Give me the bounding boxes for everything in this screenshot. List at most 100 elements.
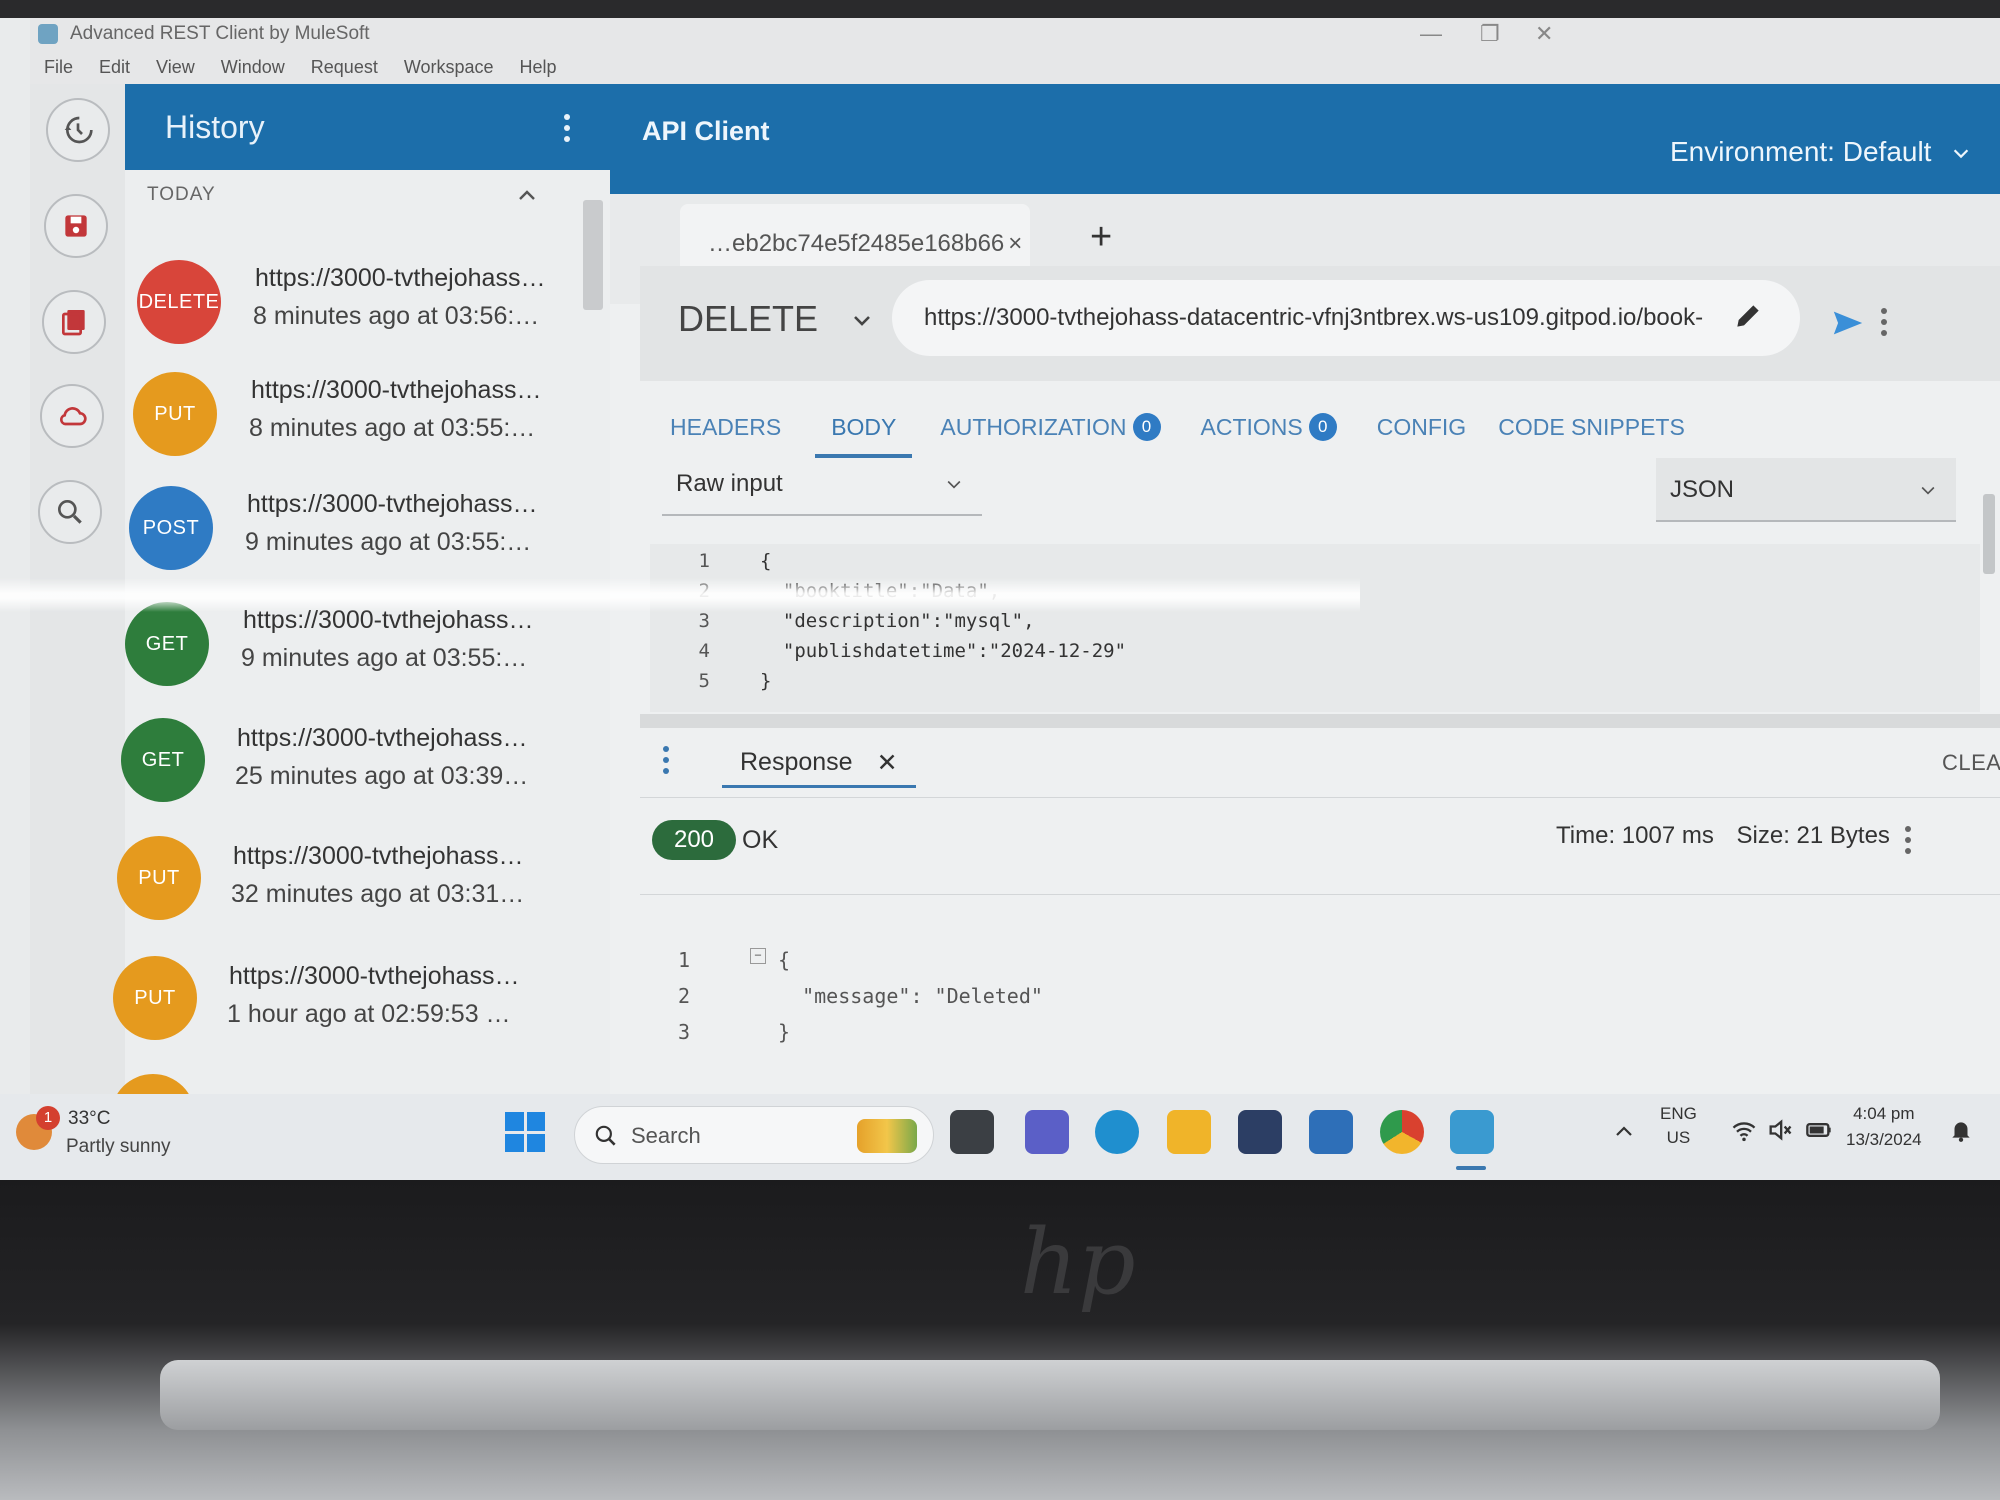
code-line: { bbox=[760, 550, 772, 572]
speaker-muted-icon[interactable] bbox=[1766, 1116, 1794, 1144]
method-selector[interactable]: DELETE bbox=[678, 298, 818, 340]
url-input[interactable]: https://3000-tvthejohass-datacentric-vfn… bbox=[892, 280, 1800, 356]
app-logo-icon bbox=[38, 24, 58, 44]
close-window-icon[interactable]: ✕ bbox=[1535, 18, 1553, 50]
collapse-chevron-icon[interactable] bbox=[515, 184, 539, 208]
navigation-rail bbox=[30, 84, 125, 1094]
tab-body[interactable]: BODY bbox=[815, 402, 913, 458]
chevron-up-icon[interactable] bbox=[1612, 1120, 1636, 1144]
status-text: OK bbox=[742, 826, 779, 854]
clock[interactable]: 4:04 pm 13/3/2024 bbox=[1846, 1104, 1922, 1150]
history-item-time: 8 minutes ago at 03:56:… bbox=[253, 302, 540, 330]
api-client-header: API Client Environment: Default bbox=[610, 84, 2000, 194]
chevron-down-icon[interactable] bbox=[850, 308, 874, 332]
menu-window[interactable]: Window bbox=[221, 57, 285, 78]
chevron-down-icon[interactable] bbox=[1950, 142, 1972, 164]
screen-bezel bbox=[0, 0, 2000, 18]
scrollbar-thumb[interactable] bbox=[1983, 494, 1995, 574]
response-tab[interactable]: Response ✕ bbox=[722, 740, 916, 788]
search-icon[interactable] bbox=[38, 480, 102, 544]
tab-code-snippets[interactable]: CODE SNIPPETS bbox=[1482, 402, 1701, 452]
taskbar-search[interactable]: Search bbox=[574, 1106, 934, 1164]
method-badge: DELETE bbox=[137, 260, 221, 344]
authorization-count-badge: 0 bbox=[1132, 413, 1161, 441]
close-tab-icon[interactable]: × bbox=[1008, 230, 1022, 258]
wifi-icon[interactable] bbox=[1730, 1116, 1758, 1144]
history-icon[interactable] bbox=[46, 98, 110, 162]
panel-resize-handle[interactable] bbox=[640, 714, 2000, 728]
tab-actions[interactable]: ACTIONS 0 bbox=[1185, 402, 1353, 452]
microsoft-store-icon[interactable] bbox=[1238, 1110, 1282, 1154]
method-badge: PUT bbox=[133, 372, 217, 456]
teams-icon[interactable] bbox=[1025, 1110, 1069, 1154]
history-item-url: https://3000-tvthejohass… bbox=[233, 842, 524, 870]
request-menu-icon[interactable] bbox=[1880, 308, 1888, 336]
advanced-rest-client-icon[interactable] bbox=[1450, 1110, 1494, 1154]
history-item[interactable]: DELETE https://3000-tvthejohass… 8 minut… bbox=[125, 252, 595, 352]
add-tab-button[interactable]: + bbox=[1090, 216, 1112, 259]
history-item[interactable]: PUT https://3000-tvthejohass… 32 minutes… bbox=[117, 826, 595, 926]
history-item[interactable]: POST https://3000-tvthejohass… 9 minutes… bbox=[125, 476, 595, 576]
method-badge: GET bbox=[125, 602, 209, 686]
chevron-down-icon bbox=[1921, 486, 1935, 495]
edit-url-icon[interactable] bbox=[1732, 300, 1764, 332]
task-view-icon[interactable] bbox=[950, 1110, 994, 1154]
code-line: "message": "Deleted" bbox=[778, 984, 1043, 1008]
tab-config[interactable]: CONFIG bbox=[1361, 402, 1482, 452]
history-scrollbar[interactable] bbox=[583, 200, 603, 310]
history-item[interactable]: GET https://3000-tvthejohass… 9 minutes … bbox=[125, 592, 595, 692]
code-line: } bbox=[778, 1020, 791, 1044]
code-line: "publishdatetime":"2024-12-29" bbox=[760, 640, 1127, 662]
menu-request[interactable]: Request bbox=[311, 57, 378, 78]
menu-edit[interactable]: Edit bbox=[99, 57, 130, 78]
hp-logo: hp bbox=[1020, 1210, 1136, 1315]
chrome-icon[interactable] bbox=[1380, 1110, 1424, 1154]
window-titlebar: Advanced REST Client by MuleSoft — ❐ ✕ bbox=[30, 18, 2000, 50]
tab-headers[interactable]: HEADERS bbox=[654, 402, 797, 452]
method-badge: GET bbox=[121, 718, 205, 802]
saved-requests-icon[interactable] bbox=[42, 290, 106, 354]
editor-scrollbar[interactable] bbox=[1980, 474, 1998, 694]
language-top: ENG bbox=[1660, 1104, 1697, 1123]
tab-authorization[interactable]: AUTHORIZATION 0 bbox=[924, 402, 1176, 452]
content-type-select[interactable]: JSON bbox=[1656, 458, 1956, 522]
history-item[interactable]: PUT https://3000-tvthejohass… 8 minutes … bbox=[125, 364, 595, 464]
notification-bell-icon[interactable] bbox=[1948, 1116, 1974, 1144]
environment-selector[interactable]: Environment: Default bbox=[1670, 136, 1931, 168]
clear-button[interactable]: CLEAR bbox=[1942, 750, 2000, 776]
send-request-icon[interactable] bbox=[1830, 306, 1866, 340]
code-line: } bbox=[760, 670, 772, 692]
edge-icon[interactable] bbox=[1095, 1110, 1139, 1154]
body-type-select[interactable]: Raw input bbox=[662, 454, 982, 516]
history-item[interactable]: PUT https://3000-tvthejohass… 1 hour ago… bbox=[113, 946, 595, 1046]
menu-help[interactable]: Help bbox=[520, 57, 557, 78]
restore-icon[interactable]: ❐ bbox=[1480, 18, 1500, 50]
request-subtabs: HEADERS BODY AUTHORIZATION 0 ACTIONS 0 C… bbox=[654, 402, 1701, 458]
windows-start-icon[interactable] bbox=[505, 1112, 545, 1152]
url-input-value: https://3000-tvthejohass-datacentric-vfn… bbox=[924, 304, 1704, 331]
response-menu-icon[interactable] bbox=[662, 746, 670, 774]
language-indicator[interactable]: ENG US bbox=[1660, 1104, 1697, 1148]
minimize-icon[interactable]: — bbox=[1420, 18, 1442, 50]
clock-date: 13/3/2024 bbox=[1846, 1130, 1922, 1149]
menu-file[interactable]: File bbox=[44, 57, 73, 78]
window-title: Advanced REST Client by MuleSoft bbox=[70, 23, 370, 44]
menu-view[interactable]: View bbox=[156, 57, 195, 78]
save-icon[interactable] bbox=[44, 194, 108, 258]
cloud-icon[interactable] bbox=[40, 384, 104, 448]
body-editor[interactable]: 1 { 2 "booktitle":"Data", 3 "description… bbox=[650, 544, 1980, 712]
line-number: 3 bbox=[698, 610, 710, 632]
laptop-hinge bbox=[160, 1360, 1940, 1430]
menu-workspace[interactable]: Workspace bbox=[404, 57, 494, 78]
close-response-icon[interactable]: ✕ bbox=[877, 748, 898, 778]
battery-icon[interactable] bbox=[1804, 1116, 1834, 1144]
mail-icon[interactable] bbox=[1309, 1110, 1353, 1154]
file-explorer-icon[interactable] bbox=[1167, 1110, 1211, 1154]
response-options-icon[interactable] bbox=[1904, 826, 1912, 854]
history-item[interactable]: GET https://3000-tvthejohass… 25 minutes… bbox=[121, 708, 595, 808]
history-menu-icon[interactable] bbox=[563, 114, 571, 142]
history-item-url: https://3000-tvthejohass… bbox=[251, 376, 542, 404]
tab-actions-label: ACTIONS bbox=[1200, 413, 1303, 440]
fold-toggle-icon[interactable]: − bbox=[750, 948, 766, 964]
search-highlight-icon bbox=[857, 1119, 917, 1153]
